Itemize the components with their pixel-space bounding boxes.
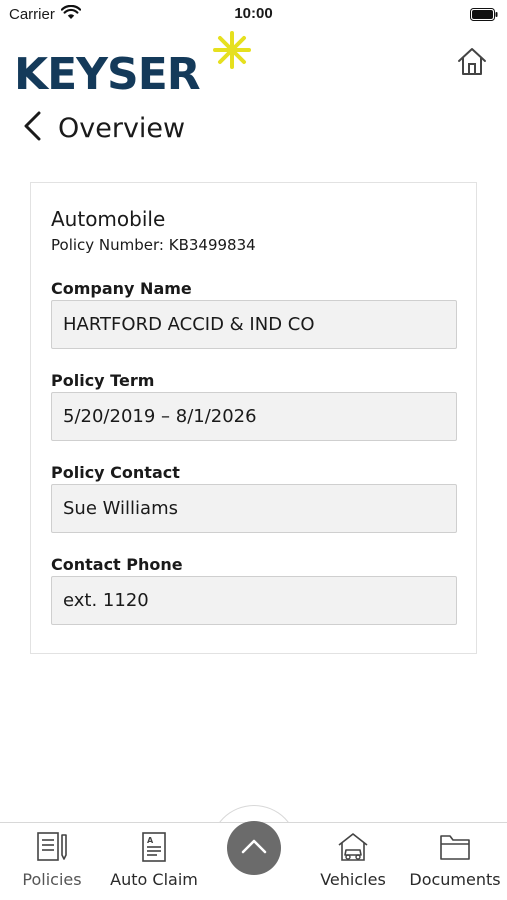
policy-contact-field: Sue Williams [51,484,457,533]
chevron-up-icon [241,838,267,858]
expand-menu-button[interactable] [227,821,281,875]
tab-auto-claim-label: Auto Claim [110,870,198,889]
status-bar: Carrier 10:00 [0,0,507,28]
tab-auto-claim[interactable]: A Auto Claim [105,823,203,900]
policy-term-label: Policy Term [51,371,155,390]
policy-number: Policy Number: KB3499834 [51,236,256,254]
tab-vehicles-label: Vehicles [320,870,386,889]
back-button[interactable]: Overview [22,108,185,148]
policy-contact-label: Policy Contact [51,463,180,482]
contact-phone-label: Contact Phone [51,555,183,574]
tab-vehicles[interactable]: Vehicles [313,823,393,900]
policies-icon [35,830,69,864]
home-button[interactable] [455,46,489,80]
vehicles-icon [336,830,370,864]
keyser-logo: KEYSER [14,49,201,100]
tab-policies[interactable]: Policies [12,823,92,900]
company-name-label: Company Name [51,279,192,298]
tab-policies-label: Policies [22,870,82,889]
svg-text:A: A [147,836,154,845]
battery-icon [470,7,498,25]
policy-term-field: 5/20/2019 – 8/1/2026 [51,392,457,441]
status-time: 10:00 [234,5,273,22]
page-title: Overview [58,112,186,144]
contact-phone-field: ext. 1120 [51,576,457,625]
policy-type: Automobile [51,207,166,231]
tab-documents-label: Documents [409,870,501,889]
logo-star-icon [212,30,252,74]
app-header: KEYSER [0,28,507,108]
policy-card: Automobile Policy Number: KB3499834 Comp… [30,182,477,654]
chevron-left-icon [22,111,42,145]
documents-icon [438,830,472,864]
company-name-field: HARTFORD ACCID & IND CO [51,300,457,349]
tab-documents[interactable]: Documents [406,823,504,900]
home-icon [456,46,488,80]
auto-claim-icon: A [138,830,170,864]
